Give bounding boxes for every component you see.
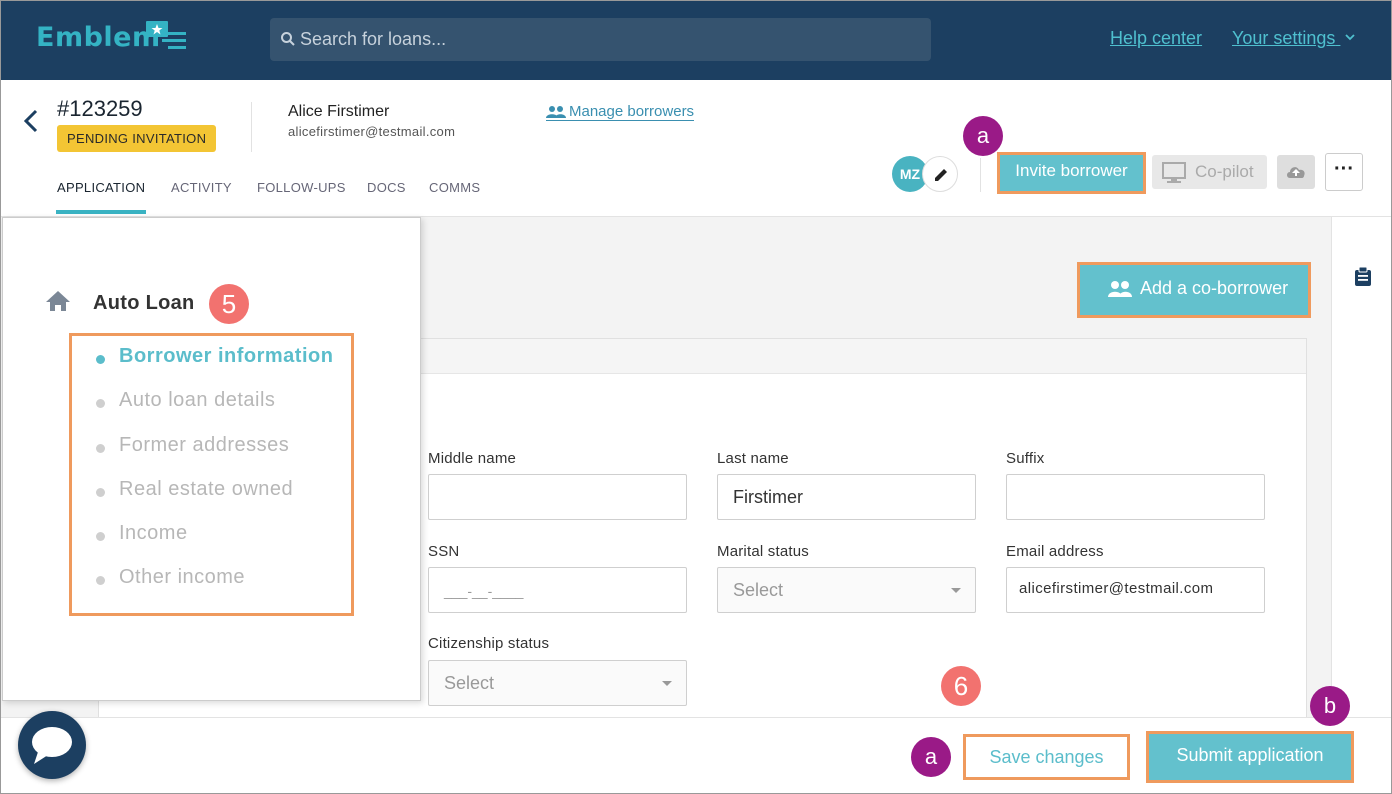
nav-item-auto-loan-details[interactable]: Auto loan details (119, 389, 275, 412)
loan-header: #123259 PENDING INVITATION Alice Firstim… (0, 80, 1392, 217)
status-badge: PENDING INVITATION (57, 125, 217, 152)
nav-item-income[interactable]: Income (119, 522, 188, 545)
chevron-down-icon (951, 588, 961, 593)
clipboard-icon[interactable] (1354, 267, 1372, 287)
citizenship-status-value: Select (444, 673, 495, 693)
help-center-link[interactable]: Help center (1110, 28, 1202, 49)
pencil-icon (935, 169, 947, 181)
tab-follow-ups[interactable]: FOLLOW-UPS (257, 180, 346, 195)
upload-button[interactable] (1277, 155, 1315, 189)
tab-comms[interactable]: COMMS (429, 180, 480, 195)
divider (251, 102, 252, 152)
edit-assignee-button[interactable] (922, 156, 958, 192)
co-pilot-button[interactable]: Co-pilot (1152, 155, 1267, 189)
people-icon (1108, 281, 1132, 297)
add-co-borrower-button[interactable]: Add a co-borrower (1077, 262, 1311, 318)
suffix-label: Suffix (1006, 450, 1045, 467)
tab-activity[interactable]: ACTIVITY (171, 180, 232, 195)
last-name-label: Last name (717, 450, 789, 467)
section-nav-panel: Auto Loan 5 Borrower information Auto lo… (2, 217, 421, 701)
invite-borrower-button[interactable]: Invite borrower (997, 152, 1146, 194)
add-co-borrower-label: Add a co-borrower (1140, 278, 1289, 298)
search-icon (281, 32, 295, 46)
marital-status-select[interactable]: Select (717, 567, 976, 613)
annotation-marker-5: 5 (209, 284, 249, 324)
middle-name-label: Middle name (428, 450, 517, 467)
chat-button[interactable] (18, 711, 86, 779)
middle-name-field[interactable] (428, 474, 687, 520)
nav-item-real-estate-owned[interactable]: Real estate owned (119, 478, 293, 501)
settings-label: Your settings (1232, 28, 1336, 48)
divider (980, 158, 981, 192)
citizenship-status-label: Citizenship status (428, 635, 550, 652)
borrower-name: Alice Firstimer (288, 103, 390, 120)
chat-bubble-icon (32, 727, 72, 764)
back-arrow-icon[interactable] (22, 108, 40, 134)
chevron-down-icon (662, 681, 672, 686)
right-rail (1331, 217, 1392, 717)
top-bar: Emblem Search for loans... Help center Y… (0, 0, 1392, 80)
ssn-field[interactable]: ___-__-____ (428, 567, 687, 613)
nav-dot-icon (96, 532, 105, 541)
section-title: Auto Loan (93, 292, 195, 314)
home-icon (46, 291, 70, 311)
nav-dot-icon (96, 444, 105, 453)
active-tab-indicator (56, 210, 146, 214)
nav-dot-icon (96, 399, 105, 408)
email-label: Email address (1006, 543, 1104, 560)
submit-application-button[interactable]: Submit application (1146, 731, 1354, 783)
nav-dot-icon (96, 576, 105, 585)
cloud-upload-icon (1287, 167, 1305, 178)
loan-number: #123259 (57, 96, 143, 121)
your-settings-link[interactable]: Your settings (1232, 28, 1356, 49)
last-name-field[interactable]: Firstimer (717, 474, 976, 520)
chevron-down-icon (1345, 34, 1356, 41)
save-changes-button[interactable]: Save changes (963, 734, 1130, 780)
email-field[interactable]: alicefirstimer@testmail.com (1006, 567, 1265, 613)
manage-borrowers-label: Manage borrowers (569, 103, 695, 120)
tab-docs[interactable]: DOCS (367, 180, 406, 195)
nav-dot-icon (96, 355, 105, 364)
manage-borrowers-link[interactable]: Manage borrowers (546, 103, 695, 121)
people-icon (546, 106, 566, 118)
section-nav-list: Borrower information Auto loan details F… (69, 333, 354, 616)
nav-dot-icon (96, 488, 105, 497)
ssn-label: SSN (428, 543, 460, 560)
annotation-marker-b: b (1310, 686, 1350, 726)
annotation-marker-6: 6 (941, 666, 981, 706)
co-pilot-label: Co-pilot (1195, 162, 1254, 181)
annotation-marker-a: a (963, 116, 1003, 156)
nav-item-former-addresses[interactable]: Former addresses (119, 434, 289, 457)
search-bar[interactable]: Search for loans... (270, 18, 931, 61)
nav-item-borrower-information[interactable]: Borrower information (119, 345, 333, 368)
app-logo[interactable]: Emblem (36, 22, 161, 53)
citizenship-status-select[interactable]: Select (428, 660, 687, 706)
suffix-field[interactable] (1006, 474, 1265, 520)
marital-status-value: Select (733, 580, 784, 600)
search-input[interactable]: Search for loans... (300, 29, 446, 50)
monitor-icon (1162, 162, 1186, 183)
tab-application[interactable]: APPLICATION (57, 180, 145, 195)
nav-item-other-income[interactable]: Other income (119, 566, 245, 589)
annotation-marker-a: a (911, 737, 951, 777)
more-options-button[interactable]: ··· (1325, 153, 1363, 191)
borrower-email: alicefirstimer@testmail.com (288, 124, 456, 139)
flag-logo-icon (146, 21, 186, 49)
marital-status-label: Marital status (717, 543, 809, 560)
